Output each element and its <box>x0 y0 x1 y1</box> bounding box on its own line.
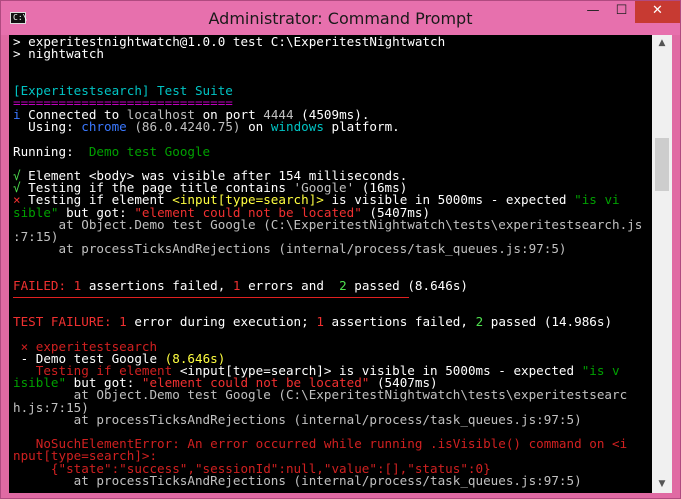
title-bar[interactable]: C:\ Administrator: Command Prompt — ☐ ✕ <box>1 1 680 35</box>
console-lines: > experitestnightwatch@1.0.0 test C:\Exp… <box>13 35 652 488</box>
console-text: at processTicksAndRejections (internal/p… <box>13 411 582 427</box>
console-text: TEST FAILURE: <box>13 314 120 330</box>
console-text: platform. <box>323 119 400 135</box>
maximize-button[interactable]: ☐ <box>608 1 635 23</box>
console-text: FAILED: <box>13 277 74 293</box>
command-prompt-window: C:\ Administrator: Command Prompt — ☐ ✕ … <box>0 0 681 499</box>
console-text: at Object.Demo test Google (C:\Experites… <box>13 387 628 403</box>
console-text: passed (8.646s) <box>346 277 469 293</box>
console-text: assertions failed, <box>323 314 476 330</box>
close-button[interactable]: ✕ <box>635 1 680 23</box>
vertical-scrollbar[interactable]: ▲ ▼ <box>652 35 672 493</box>
failed-underline <box>13 297 409 298</box>
console-text: 2 <box>339 277 347 293</box>
scroll-up-arrow-icon[interactable]: ▲ <box>652 35 672 52</box>
console-line: TEST FAILURE: 1 error during execution; … <box>13 314 652 330</box>
console-text: Using: <box>13 119 82 135</box>
console-text: at processTicksAndRejections (internal/p… <box>13 472 582 488</box>
console-text: Demo test Google <box>88 143 211 159</box>
console-line: at processTicksAndRejections (internal/p… <box>13 411 652 427</box>
console-line: at Object.Demo test Google (C:\Experites… <box>13 216 652 232</box>
scroll-down-arrow-icon[interactable]: ▼ <box>652 476 672 493</box>
console-line: at Object.Demo test Google (C:\Experites… <box>13 387 652 403</box>
console-line: > experitestnightwatch@1.0.0 test C:\Exp… <box>13 35 652 48</box>
console-output[interactable]: > experitestnightwatch@1.0.0 test C:\Exp… <box>9 35 652 493</box>
console-text: "is vi <box>574 192 620 208</box>
console-text: at Object.Demo test Google (C:\Experites… <box>13 216 643 232</box>
console-text: windows <box>270 119 324 135</box>
console-text: 1 <box>316 314 324 330</box>
console-text: error during execution; <box>126 314 317 330</box>
console-text: 1 <box>119 314 127 330</box>
minimize-button[interactable]: — <box>579 1 607 23</box>
console-text: "is v <box>581 363 620 379</box>
console-text: errors and <box>240 277 340 293</box>
console-line: Running: Demo test Google <box>13 143 652 159</box>
console-text: on <box>240 119 271 135</box>
console-line: at processTicksAndRejections (internal/p… <box>13 472 652 488</box>
console-text: assertions failed, <box>81 277 233 293</box>
console-text: at processTicksAndRejections (internal/p… <box>13 241 567 257</box>
console-text: Running: <box>13 143 89 159</box>
console-text: passed (14.986s) <box>483 314 613 330</box>
console-text: > nightwatch <box>13 46 104 62</box>
console-line: at processTicksAndRejections (internal/p… <box>13 241 652 257</box>
console-line: Using: chrome (86.0.4240.75) on windows … <box>13 119 652 135</box>
console-text: chrome <box>81 119 127 135</box>
scrollbar-thumb[interactable] <box>655 138 669 191</box>
console-text: 1 <box>232 277 241 293</box>
console-line: > nightwatch <box>13 46 652 62</box>
console-text: (86.0.4240.75) <box>126 119 241 135</box>
console-line: FAILED: 1 assertions failed, 1 errors an… <box>13 277 652 293</box>
